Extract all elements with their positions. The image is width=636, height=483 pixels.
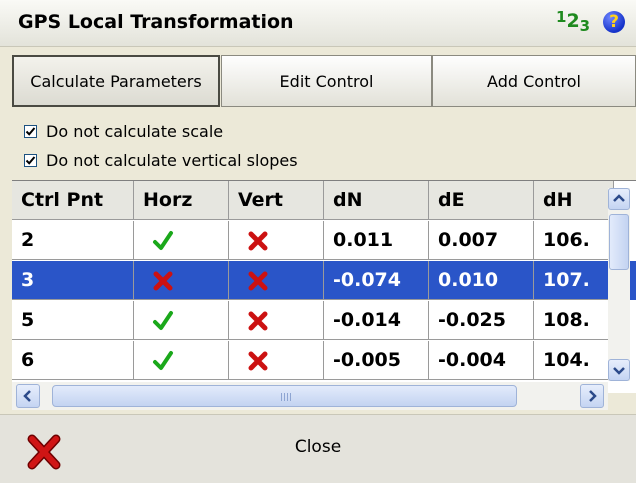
de-cell: 0.007 <box>429 221 534 260</box>
table-row[interactable]: 5 -0.014 -0.025 108. <box>12 301 636 340</box>
horizontal-scrollbar[interactable] <box>12 382 608 410</box>
window-title: GPS Local Transformation <box>18 11 294 33</box>
tab-label: Calculate Parameters <box>30 71 202 91</box>
dh-cell: 106. <box>534 221 614 260</box>
ctrl-pnt-cell: 3 <box>12 261 134 300</box>
option-label: Do not calculate vertical slopes <box>46 150 298 170</box>
chevron-right-icon <box>589 390 597 402</box>
vert-cell <box>229 221 324 260</box>
scroll-up-button[interactable] <box>608 188 630 210</box>
cross-icon <box>248 231 268 251</box>
chevron-up-icon <box>613 194 625 202</box>
dn-cell: -0.074 <box>324 261 429 300</box>
dh-cell: 108. <box>534 301 614 340</box>
vert-cell <box>229 301 324 340</box>
cross-icon <box>153 271 173 291</box>
tab-calculate-parameters[interactable]: Calculate Parameters <box>12 55 220 107</box>
ctrl-pnt-cell: 6 <box>12 341 134 380</box>
horizontal-scroll-thumb[interactable] <box>52 385 517 407</box>
vertical-scrollbar[interactable] <box>608 188 630 381</box>
tab-label: Add Control <box>487 71 581 91</box>
cross-icon <box>248 351 268 371</box>
table-row[interactable]: 6 -0.005 -0.004 104. <box>12 341 636 380</box>
tab-add-control[interactable]: Add Control <box>432 55 636 107</box>
checkmark-icon <box>25 155 36 165</box>
control-points-grid[interactable]: Ctrl Pnt Horz Vert dN dE dH 2 0.011 0.00… <box>12 180 636 393</box>
option-no-vertical-slopes[interactable]: Do not calculate vertical slopes <box>24 149 298 171</box>
chevron-down-icon <box>613 367 625 375</box>
cross-icon <box>248 311 268 331</box>
dn-cell: 0.011 <box>324 221 429 260</box>
scroll-right-button[interactable] <box>580 384 604 408</box>
vert-cell <box>229 341 324 380</box>
column-header-ctrl-pnt[interactable]: Ctrl Pnt <box>12 181 134 220</box>
column-header-vert[interactable]: Vert <box>229 181 324 220</box>
numeric-input-icon[interactable]: 123 <box>556 8 590 35</box>
de-cell: 0.010 <box>429 261 534 300</box>
table-row[interactable]: 2 0.011 0.007 106. <box>12 221 636 260</box>
option-no-scale[interactable]: Do not calculate scale <box>24 120 223 142</box>
vertical-scroll-thumb[interactable] <box>609 214 629 270</box>
header-row: Ctrl Pnt Horz Vert dN dE dH <box>12 181 636 220</box>
tab-edit-control[interactable]: Edit Control <box>221 55 432 107</box>
chevron-left-icon <box>23 390 31 402</box>
scroll-down-button[interactable] <box>608 359 630 381</box>
table-row-selected[interactable]: 3 -0.074 0.010 107. <box>12 261 636 300</box>
option-label: Do not calculate scale <box>46 121 224 141</box>
close-button[interactable]: Close <box>0 437 636 457</box>
cross-icon <box>248 271 268 291</box>
footer-bar: Close <box>0 414 636 483</box>
vert-cell <box>229 261 324 300</box>
de-cell: -0.025 <box>429 301 534 340</box>
column-header-dn[interactable]: dN <box>324 181 429 220</box>
dn-cell: -0.014 <box>324 301 429 340</box>
ctrl-pnt-cell: 2 <box>12 221 134 260</box>
dn-cell: -0.005 <box>324 341 429 380</box>
checkmark-icon <box>25 126 36 136</box>
dh-cell: 107. <box>534 261 614 300</box>
title-bar: GPS Local Transformation 123 ? <box>0 0 636 47</box>
horz-cell <box>134 301 229 340</box>
help-icon[interactable]: ? <box>603 11 625 33</box>
check-icon <box>153 311 173 330</box>
dh-cell: 104. <box>534 341 614 380</box>
grip-icon <box>281 393 291 401</box>
horz-cell <box>134 261 229 300</box>
column-header-horz[interactable]: Horz <box>134 181 229 220</box>
horz-cell <box>134 221 229 260</box>
column-header-de[interactable]: dE <box>429 181 534 220</box>
column-header-dh[interactable]: dH <box>534 181 614 220</box>
checkbox-no-vertical-slopes[interactable] <box>24 153 37 167</box>
check-icon <box>153 351 173 370</box>
de-cell: -0.004 <box>429 341 534 380</box>
tab-label: Edit Control <box>279 71 374 91</box>
checkbox-no-scale[interactable] <box>24 124 37 138</box>
check-icon <box>153 231 173 250</box>
app-window: GPS Local Transformation 123 ? Calculate… <box>0 0 636 483</box>
ctrl-pnt-cell: 5 <box>12 301 134 340</box>
horz-cell <box>134 341 229 380</box>
scroll-left-button[interactable] <box>16 384 40 408</box>
